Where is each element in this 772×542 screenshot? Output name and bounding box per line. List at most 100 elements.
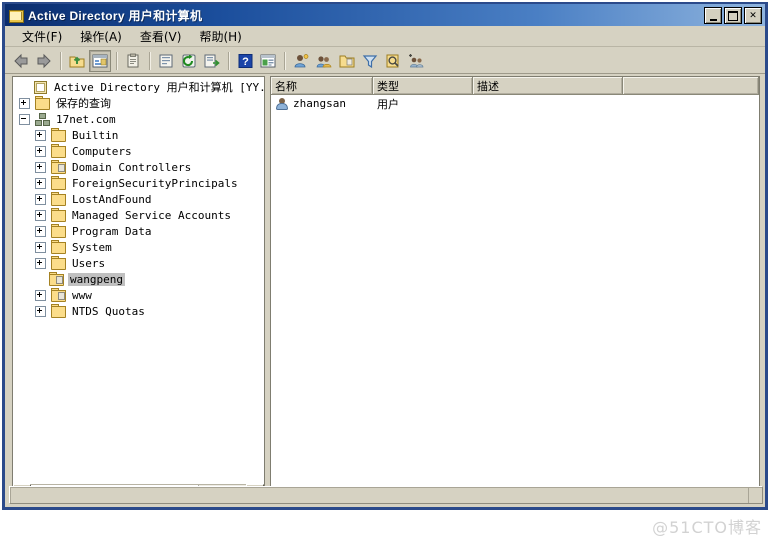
expander-plus-icon[interactable] <box>35 289 46 301</box>
column-header-label: 描述 <box>477 79 499 93</box>
menu-action[interactable]: 操作(A) <box>71 26 131 47</box>
console-tree-pane: Active Directory 用户和计算机 [YY.17n 保存的查询 17ne… <box>12 76 265 501</box>
tree-item-label: Managed Service Accounts <box>72 208 231 222</box>
folder-icon <box>50 304 66 318</box>
tree-item-ad-root[interactable]: Active Directory 用户和计算机 [YY.17n <box>13 79 264 95</box>
folder-icon <box>50 192 66 206</box>
menu-view[interactable]: 查看(V) <box>131 26 191 47</box>
cell-type: 用户 <box>377 97 399 111</box>
column-header-2[interactable]: 类型 <box>373 77 473 94</box>
expander-plus-icon[interactable] <box>35 129 46 141</box>
folder-icon <box>50 176 66 190</box>
help-icon[interactable]: ? <box>234 50 256 72</box>
folder-icon <box>50 144 66 158</box>
folder-icon <box>50 128 66 142</box>
maximize-button[interactable] <box>724 7 742 24</box>
find-icon[interactable] <box>382 50 404 72</box>
new-organizational-unit-icon[interactable] <box>336 50 358 72</box>
client-area: Active Directory 用户和计算机 [YY.17n 保存的查询 17ne… <box>9 76 763 501</box>
user-icon <box>275 97 289 111</box>
cell-name: zhangsan <box>271 97 373 111</box>
forward-icon[interactable] <box>33 50 55 72</box>
expander-plus-icon[interactable] <box>35 161 46 173</box>
tree-item-users[interactable]: Users <box>13 255 264 271</box>
column-header-4[interactable] <box>623 77 759 94</box>
tree-item-builtin[interactable]: Builtin <box>13 127 264 143</box>
ou-icon <box>48 272 64 286</box>
close-button[interactable]: ✕ <box>744 7 762 24</box>
tree-item-label: 17net.com <box>56 112 116 126</box>
expander-minus-icon[interactable] <box>19 113 30 125</box>
tree-item-label: Program Data <box>72 224 152 238</box>
expander-plus-icon[interactable] <box>35 193 46 205</box>
expander-plus-icon[interactable] <box>35 145 46 157</box>
tree-item-managed-service-accounts[interactable]: Managed Service Accounts <box>13 207 264 223</box>
window-title: Active Directory 用户和计算机 <box>28 8 203 23</box>
status-bar <box>9 486 763 504</box>
filter-icon[interactable] <box>359 50 381 72</box>
close-icon: ✕ <box>749 10 757 20</box>
show-hide-console-tree-icon[interactable] <box>89 49 111 72</box>
window-controls: ✕ <box>704 7 762 24</box>
toolbar-separator <box>116 51 118 70</box>
toolbar-separator <box>284 51 286 70</box>
toolbar-separator <box>149 51 151 70</box>
folder-icon <box>50 240 66 254</box>
tree-item-label: 保存的查询 <box>56 97 111 110</box>
expander-placeholder <box>19 83 28 92</box>
new-group-icon[interactable] <box>313 50 335 72</box>
tree-item-system[interactable]: System <box>13 239 264 255</box>
expander-plus-icon[interactable] <box>35 257 46 269</box>
column-header-3[interactable]: 描述 <box>473 77 623 94</box>
expander-plus-icon[interactable] <box>19 97 30 109</box>
svg-text:?: ? <box>242 56 249 68</box>
tree-item-domain[interactable]: 17net.com <box>13 111 264 127</box>
application-window: Active Directory 用户和计算机 ✕ 文件(F) 操作(A) 查看… <box>2 2 768 510</box>
toolbar-separator <box>60 51 62 70</box>
tree-item-domain-controllers[interactable]: Domain Controllers <box>13 159 264 175</box>
tree-item-label: www <box>72 288 92 302</box>
tree-item-label: Builtin <box>72 128 119 142</box>
view-document-icon[interactable] <box>155 50 177 72</box>
tree-item-www[interactable]: www <box>13 287 264 303</box>
tree-scroll-region: Active Directory 用户和计算机 [YY.17n 保存的查询 17ne… <box>13 77 264 484</box>
status-text <box>10 487 748 503</box>
show-tree-window-icon[interactable] <box>257 50 279 72</box>
column-header-1[interactable]: 名称 <box>271 77 373 94</box>
expander-plus-icon[interactable] <box>35 241 46 253</box>
expander-placeholder <box>35 275 44 284</box>
back-icon[interactable] <box>10 50 32 72</box>
console-root-icon <box>32 80 48 94</box>
domain-icon <box>34 112 50 126</box>
tree-item-program-data[interactable]: Program Data <box>13 223 264 239</box>
up-one-level-icon[interactable] <box>66 50 88 72</box>
expander-plus-icon[interactable] <box>35 209 46 221</box>
new-user-icon[interactable] <box>290 50 312 72</box>
tree-item-saved-queries[interactable]: 保存的查询 <box>13 95 264 111</box>
menu-file[interactable]: 文件(F) <box>13 26 71 47</box>
ou-icon <box>50 160 66 174</box>
list-column-headers: 名称 类型 描述 <box>271 77 759 95</box>
export-list-icon[interactable] <box>201 50 223 72</box>
tree-item-label: Users <box>72 256 106 270</box>
menu-help[interactable]: 帮助(H) <box>190 26 250 47</box>
expander-plus-icon[interactable] <box>35 225 46 237</box>
properties-icon[interactable] <box>122 50 144 72</box>
add-users-icon[interactable] <box>405 50 427 72</box>
ou-icon <box>50 288 66 302</box>
list-row[interactable]: zhangsan 用户 <box>271 95 759 112</box>
expander-plus-icon[interactable] <box>35 177 46 189</box>
watermark: @51CTO博客 <box>652 518 762 537</box>
expander-plus-icon[interactable] <box>35 305 46 317</box>
tree-item-label: wangpeng <box>68 272 125 286</box>
tree-item-computers[interactable]: Computers <box>13 143 264 159</box>
tree-item-lost-and-found[interactable]: LostAndFound <box>13 191 264 207</box>
tree-item-wangpeng[interactable]: wangpeng <box>13 271 264 287</box>
refresh-icon[interactable] <box>178 50 200 72</box>
status-grip <box>748 487 762 503</box>
minimize-button[interactable] <box>704 7 722 24</box>
tree-item-ntds-quotas[interactable]: NTDS Quotas <box>13 303 264 319</box>
tree-item-foreign-security-principals[interactable]: ForeignSecurityPrincipals <box>13 175 264 191</box>
title-bar[interactable]: Active Directory 用户和计算机 ✕ <box>5 4 765 26</box>
details-list-pane: 名称 类型 描述 zhangsan 用户 <box>270 76 760 501</box>
